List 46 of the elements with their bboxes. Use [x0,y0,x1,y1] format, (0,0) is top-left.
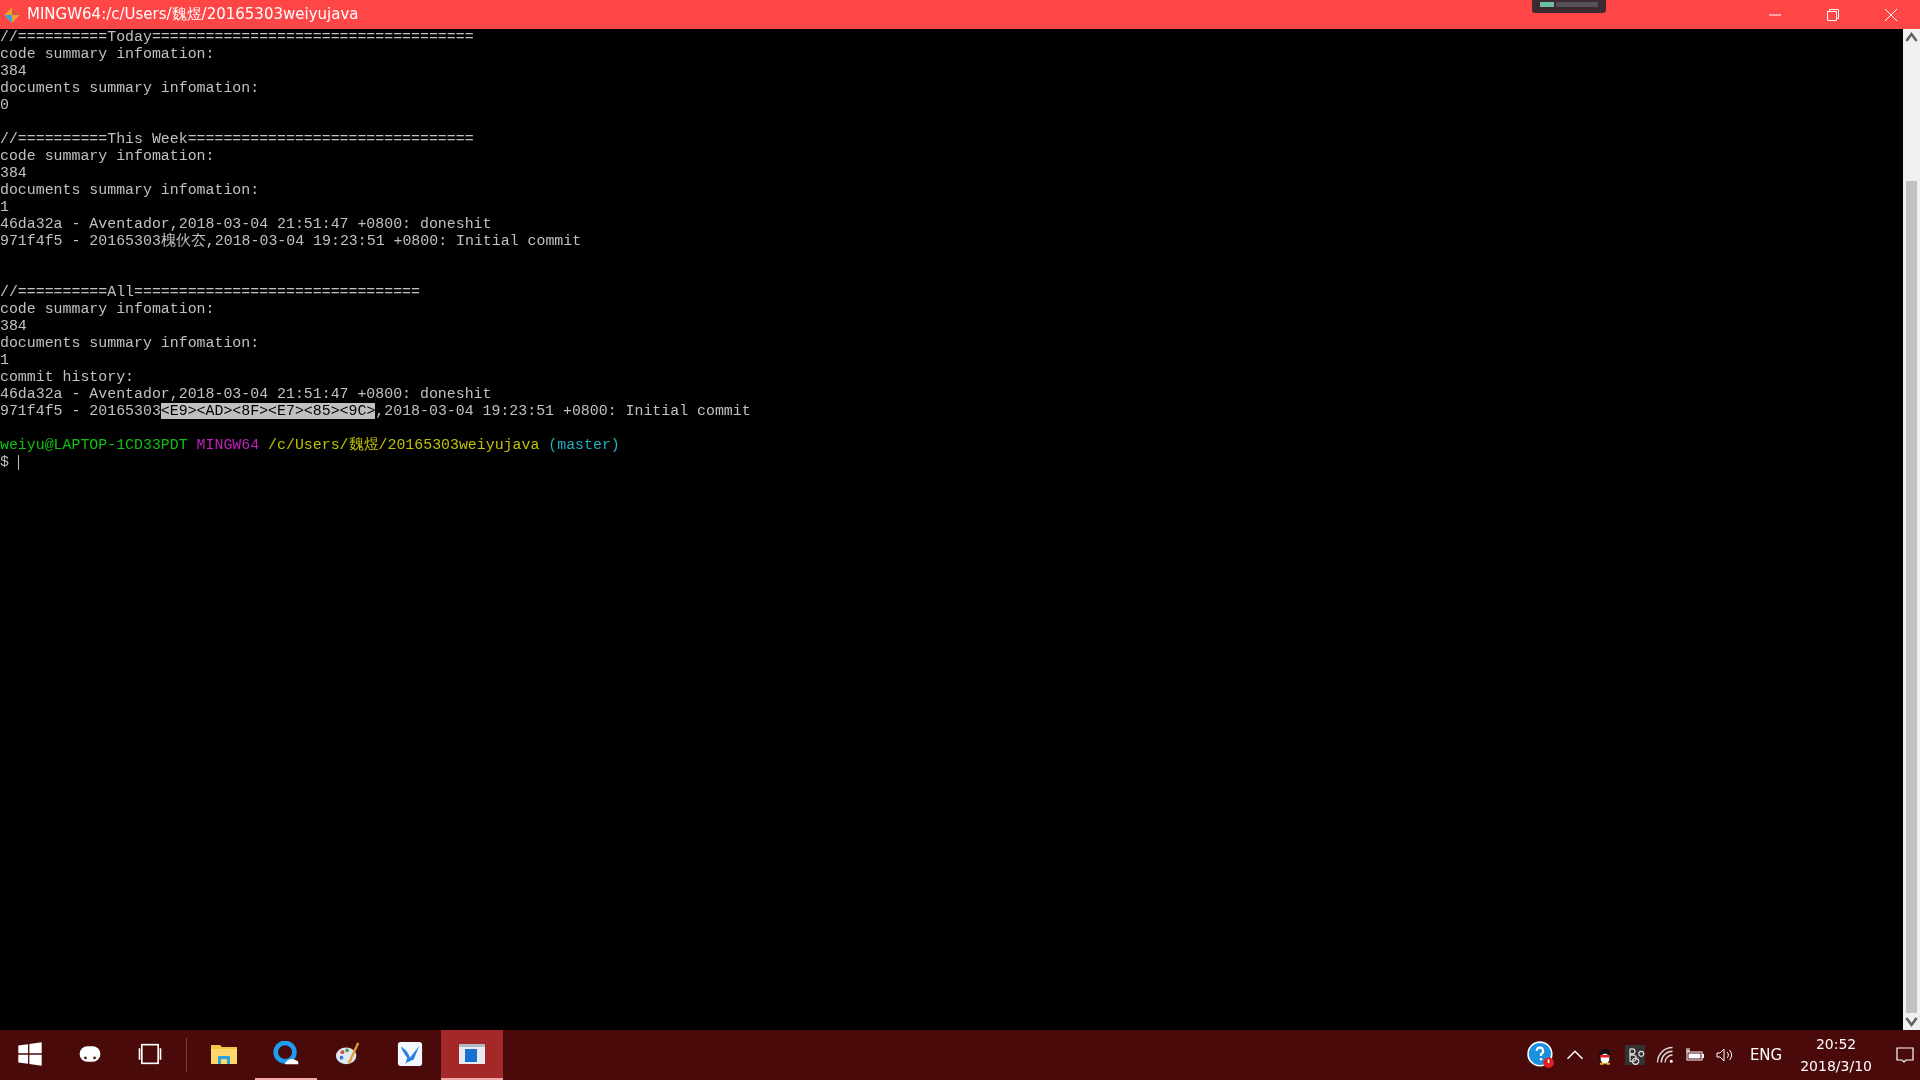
scrollbar[interactable] [1903,29,1920,1030]
terminal-line: code summary infomation: [0,301,215,317]
app-window-icon [458,1041,486,1067]
terminal-text: 971f4f5 - 20165303 [0,403,161,419]
wifi-icon[interactable] [1654,1045,1675,1065]
selected-text: <E9><AD><8F><E7><85><9C> [160,403,376,419]
help-icon[interactable] [1526,1041,1555,1069]
close-icon [1885,8,1897,21]
palette-icon [334,1041,362,1067]
window-title: MINGW64:/c/Users/魏煜/20165303weiyujava [27,5,359,24]
terminal-line: 46da32a - Aventador,2018-03-04 21:51:47 +0800: doneshit [0,216,492,232]
prompt-user: weiyu@LAPTOP-1CD33PDT [0,437,188,453]
restore-icon [1827,8,1839,21]
terminal-line: 384 [0,165,27,181]
task-view-icon [136,1041,164,1067]
terminal-line: 971f4f5 - 20165303槐伙厺,2018-03-04 19:23:51 +0800: Initial commit [0,233,582,249]
windows-logo-icon [16,1041,44,1067]
terminal-line: //==========All================================ [0,284,420,300]
prompt-host: MINGW64 [196,437,260,453]
terminal-line: documents summary infomation: [0,335,260,351]
taskbar-button[interactable] [441,1030,503,1080]
terminal-text: ,2018-03-04 19:23:51 +0800: Initial commit [375,403,751,419]
browser-icon [272,1041,300,1067]
terminal-line: commit history: [0,369,135,385]
bird-icon [396,1041,424,1067]
prompt-symbol: $ [0,454,9,470]
terminal-line: 384 [0,318,27,334]
prompt-branch: (master) [548,437,620,453]
terminal-line: 384 [0,63,27,79]
terminal-line: //==========This Week================================ [0,131,474,147]
terminal-line: documents summary infomation: [0,80,260,96]
terminal-line: 46da32a - Aventador,2018-03-04 21:51:47 +0800: doneshit [0,386,492,402]
terminal-line: 0 [0,97,9,113]
terminal-line: documents summary infomation: [0,182,260,198]
prompt-path: /c/Users/魏煜/20165303weiyujava [268,437,540,453]
text-cursor [17,454,19,470]
terminal-line: 1 [0,199,9,215]
scrollbar-thumb[interactable] [1906,181,1917,1013]
clock[interactable]: 20:52 2018/3/10 [1800,1033,1872,1077]
language-indicator[interactable]: ENG [1749,1046,1783,1064]
diamond-icon [3,5,21,24]
terminal-line: //==========Today==================================== [0,29,474,45]
terminal-line: 1 [0,352,9,368]
terminal-line: code summary infomation: [0,148,215,164]
notification-icon[interactable] [1895,1045,1915,1065]
terminal-line: code summary infomation: [0,46,215,62]
